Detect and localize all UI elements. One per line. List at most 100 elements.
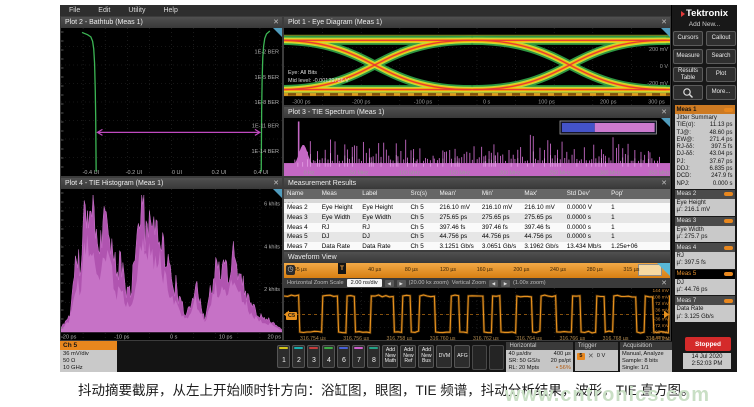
svg-text:-0.2 UI: -0.2 UI xyxy=(126,170,143,176)
empty-slot-button[interactable] xyxy=(472,345,487,370)
plot-bathtub: Plot 2 - Bathtub (Meas 1) ✕ 1E-2 BER1E-5… xyxy=(60,16,283,177)
close-icon[interactable]: ✕ xyxy=(661,19,667,26)
sidebar-button-callout[interactable]: Callout xyxy=(706,31,736,46)
horizontal-setting-row: RL: 20 Mpts▪ 56% xyxy=(508,365,570,372)
meas-summary-row: DDJ:6.835 ps xyxy=(677,166,733,173)
results-cell: Ch 5 xyxy=(408,223,437,233)
menu-help[interactable]: Help xyxy=(163,7,177,14)
channel-button-3[interactable]: 3 xyxy=(307,345,320,368)
trigger-position-marker[interactable]: T xyxy=(338,263,346,274)
trigger-source-badge: 5 xyxy=(577,353,585,360)
meas-badge-meas-4[interactable]: Meas 4RJµ': 397.5 fs xyxy=(675,243,735,269)
channel-color-stripe xyxy=(324,347,333,349)
results-cell: 0.0000 s xyxy=(564,223,608,233)
meas-value: 0.000 s xyxy=(713,181,733,188)
menu-utility[interactable]: Utility xyxy=(128,7,145,14)
meas-badge-id: Meas 2 xyxy=(677,191,697,197)
plot-handle-icon[interactable] xyxy=(273,189,282,198)
hzoom-increase-button[interactable]: ▶ xyxy=(397,280,406,287)
channel-5-badge[interactable]: Ch 5 36 mV/div50 Ω10 GHz xyxy=(60,341,117,372)
channel-button-1[interactable]: 1 xyxy=(277,345,290,368)
channel-button-6[interactable]: 6 xyxy=(337,345,350,368)
channel-button-7[interactable]: 7 xyxy=(352,345,365,368)
meas-badge-meas-2[interactable]: Meas 2Eye Heightµ': 216.1 mV xyxy=(675,190,735,216)
close-icon[interactable]: ✕ xyxy=(661,280,667,287)
plot-histogram-titlebar[interactable]: Plot 4 - TIE Histogram (Meas 1) ✕ xyxy=(61,178,282,189)
overview-time-label: 315 µs xyxy=(623,267,639,273)
plot-bathtub-titlebar[interactable]: Plot 2 - Bathtub (Meas 1) ✕ xyxy=(61,17,282,28)
results-cell: DJ xyxy=(359,232,407,242)
table-row[interactable]: Meas 2Eye HeightEye HeightCh 5216.10 mV2… xyxy=(284,203,670,213)
results-cell: 397.46 fs xyxy=(479,223,521,233)
meas-badge-meas-5[interactable]: Meas 5DJµ': 44.76 ps xyxy=(675,270,735,296)
plot-handle-icon[interactable] xyxy=(273,28,282,37)
svg-text:100 ps: 100 ps xyxy=(538,100,555,106)
trigger-slope-icon: ✕ xyxy=(588,353,594,360)
plot-handle-icon[interactable] xyxy=(661,28,670,37)
sidebar-button-search[interactable]: Search xyxy=(706,49,736,64)
table-row[interactable]: Meas 5DJDJCh 544.756 ps44.756 ps44.756 p… xyxy=(284,232,670,242)
hzoom-scale-value[interactable]: 2.00 ns/div xyxy=(347,279,382,287)
horizontal-setting-row: 40 µs/div400 µs xyxy=(508,351,570,358)
channel-5-waveform-badge[interactable]: C5 xyxy=(286,312,297,320)
tektronix-logo: Tektronix xyxy=(681,8,728,19)
menu-file[interactable]: File xyxy=(69,7,80,14)
horizontal-panel[interactable]: Horizontal 40 µs/div400 µsSR: 50 GS/s20 … xyxy=(506,342,572,371)
meas-badge-meas-3[interactable]: Meas 3Eye Widthµ': 275.7 ps xyxy=(675,217,735,243)
svg-text:0 s: 0 s xyxy=(170,335,178,341)
close-icon[interactable]: ✕ xyxy=(273,19,279,26)
sidebar-button-results-table[interactable]: Results Table xyxy=(673,67,703,82)
results-cell: 0.0000 s xyxy=(564,213,608,223)
dvm-button[interactable]: DVM xyxy=(436,345,452,368)
close-icon[interactable]: ✕ xyxy=(661,180,667,187)
vzoom-decrease-button[interactable]: ◀ xyxy=(489,280,498,287)
meas-summary-row: DJ-δδ:43.04 ps xyxy=(677,151,733,158)
afg-button[interactable]: AFG xyxy=(454,345,470,368)
close-icon[interactable]: ✕ xyxy=(273,180,279,187)
hzoom-decrease-button[interactable]: ◀ xyxy=(385,280,394,287)
table-row[interactable]: Meas 7Data RateData RateCh 53.1251 Gb/s3… xyxy=(284,242,670,251)
sidebar-button-zoom[interactable] xyxy=(673,85,703,100)
horizontal-setting-row: SR: 50 GS/s20 ps/pt xyxy=(508,358,570,365)
results-cell: 275.65 ps xyxy=(521,213,563,223)
svg-text:0 Hz: 0 Hz xyxy=(304,171,315,177)
meas-badge-meas-1[interactable]: Meas 1Jitter SummaryTIE(σ):11.13 psTJ@:4… xyxy=(675,105,735,189)
svg-text:100 MHz: 100 MHz xyxy=(399,171,421,177)
channel-button-4[interactable]: 4 xyxy=(322,345,335,368)
trigger-panel[interactable]: Trigger 5 ✕ 0 V xyxy=(575,342,618,371)
acquisition-panel[interactable]: Acquisition Manual, AnalyzeSample: 8 bit… xyxy=(620,342,672,371)
plot-eye-titlebar[interactable]: Plot 1 - Eye Diagram (Meas 1) ✕ xyxy=(284,17,670,28)
waveform-view-panel: Waveform View ◷ T -45 µs40 µs80 µs120 µs… xyxy=(283,251,671,341)
close-icon[interactable]: ✕ xyxy=(661,109,667,116)
channel-button-8[interactable]: 8 xyxy=(367,345,380,368)
button-add-new-math[interactable]: Add New Math xyxy=(382,345,398,368)
meas-line: µ': 44.76 ps xyxy=(677,287,733,294)
sidebar-button-plot[interactable]: Plot xyxy=(706,67,736,82)
results-titlebar[interactable]: Measurement Results ✕ xyxy=(284,178,670,189)
svg-text:10 ps: 10 ps xyxy=(219,335,233,341)
table-row[interactable]: Meas 3Eye WidthEye WidthCh 5275.65 ps275… xyxy=(284,213,670,223)
empty-slot-button[interactable] xyxy=(489,345,504,370)
table-row[interactable]: Meas 4RJRJCh 5397.46 fs397.46 fs397.46 f… xyxy=(284,223,670,233)
plot-handle-icon[interactable] xyxy=(661,118,670,127)
button-add-new-ref[interactable]: Add New Ref xyxy=(400,345,416,368)
sidebar-button-measure[interactable]: Measure xyxy=(673,49,703,64)
record-overview-bar[interactable]: ◷ T -45 µs40 µs80 µs120 µs160 µs200 µs24… xyxy=(284,263,670,278)
run-stop-status-button[interactable]: Stopped xyxy=(685,337,731,351)
meas-badge-meas-7[interactable]: Meas 7Data Rateµ': 3.125 Gb/s xyxy=(675,296,735,322)
sidebar-button-more-[interactable]: More... xyxy=(706,85,736,100)
meas-color-pill xyxy=(724,108,733,112)
overview-handle-icon[interactable] xyxy=(657,263,670,276)
button-add-new-bus[interactable]: Add New Bus xyxy=(418,345,434,368)
svg-text:-200 mV: -200 mV xyxy=(647,81,668,87)
meas-summary-row: EW@:271.4 ps xyxy=(677,137,733,144)
results-header-cell: Mean' xyxy=(436,189,478,199)
channel-button-2[interactable]: 2 xyxy=(292,345,305,368)
vzoom-increase-button[interactable]: ▶ xyxy=(501,280,510,287)
waveform-view-titlebar[interactable]: Waveform View xyxy=(284,252,670,263)
acquisition-setting: Single: 1/1 xyxy=(622,365,670,372)
svg-text:1E-14 BER: 1E-14 BER xyxy=(251,149,279,155)
sidebar-button-cursors[interactable]: Cursors xyxy=(673,31,703,46)
plot-spectrum-titlebar[interactable]: Plot 3 - TIE Spectrum (Meas 1) ✕ xyxy=(284,107,670,118)
menu-edit[interactable]: Edit xyxy=(98,7,110,14)
